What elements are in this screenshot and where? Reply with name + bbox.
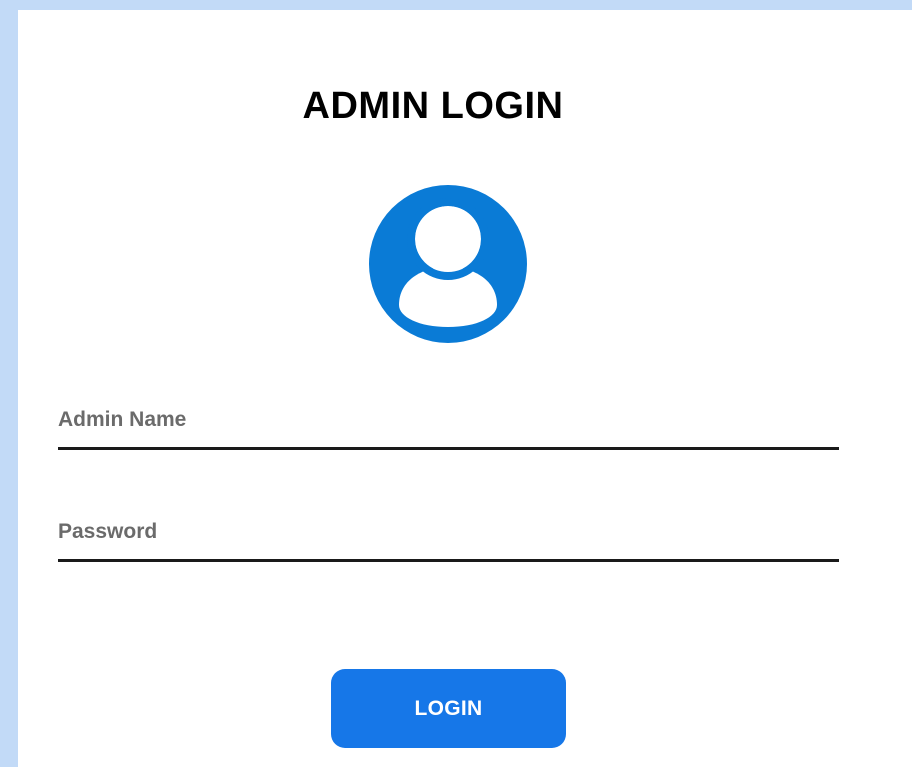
admin-name-field [58,398,839,450]
page-title: ADMIN LOGIN [302,85,564,127]
admin-name-input[interactable] [58,404,839,436]
login-button[interactable]: LOGIN [331,669,566,748]
login-card: ADMIN LOGIN LOGIN [18,10,912,767]
user-avatar-icon [369,185,527,343]
password-input[interactable] [58,516,839,548]
password-field [58,510,839,562]
